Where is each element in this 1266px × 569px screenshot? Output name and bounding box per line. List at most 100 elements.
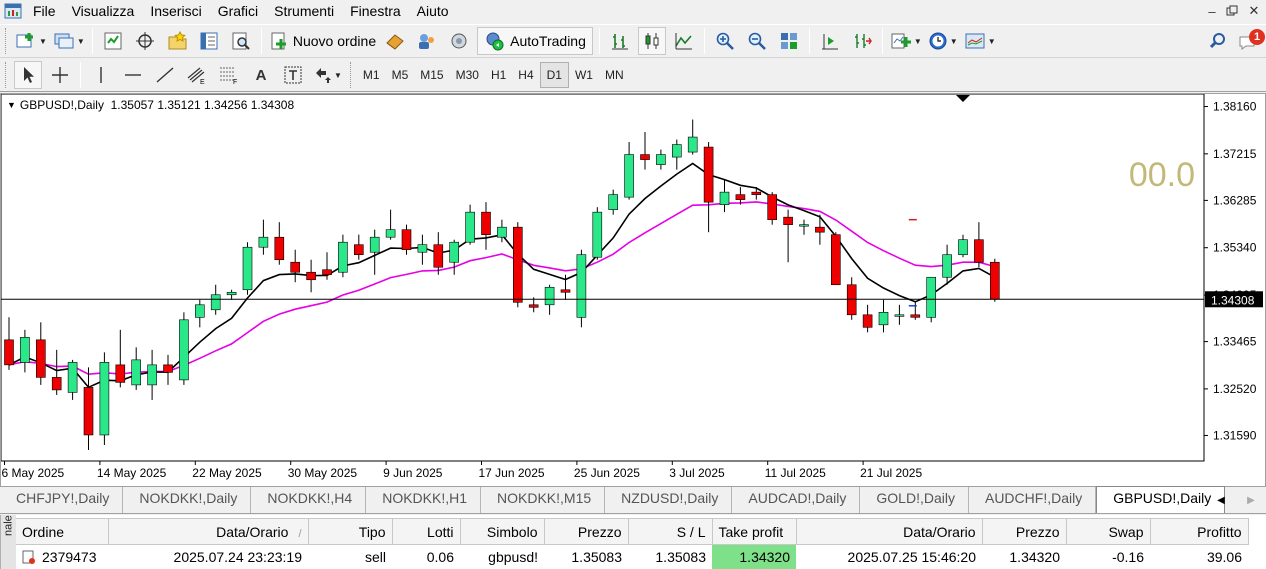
- trendline-button[interactable]: [151, 61, 179, 89]
- indicators-button[interactable]: ▼: [889, 27, 923, 55]
- templates-button[interactable]: ▼: [963, 27, 997, 55]
- horizontal-line-button[interactable]: [119, 61, 147, 89]
- column-header[interactable]: Take profit: [712, 518, 797, 545]
- app-icon[interactable]: [4, 2, 22, 20]
- bar-chart-icon: [611, 34, 628, 50]
- standard-toolbar: ▼ ▼ Nuovo ordine AutoTrading ▼ ▼ ▼ 1: [0, 24, 1266, 58]
- timeframe-h4[interactable]: H4: [512, 62, 539, 88]
- channel-button[interactable]: E: [183, 61, 211, 89]
- close-icon[interactable]: ✕: [1242, 0, 1266, 22]
- text-tool-button[interactable]: A: [247, 61, 275, 89]
- column-header[interactable]: Prezzo: [544, 518, 629, 545]
- column-header[interactable]: Prezzo: [982, 518, 1067, 545]
- signals-button[interactable]: [413, 27, 441, 55]
- vertical-line-button[interactable]: [87, 61, 115, 89]
- timeframe-m5[interactable]: M5: [386, 62, 415, 88]
- terminal-side-label[interactable]: nale: [0, 515, 16, 569]
- menu-charts[interactable]: Grafici: [213, 0, 269, 22]
- new-order-icon: [271, 32, 286, 50]
- arrows-button[interactable]: ▼: [311, 61, 343, 89]
- autoscroll-button[interactable]: [848, 27, 876, 55]
- tab-nzdusd-daily[interactable]: NZDUSD!,Daily: [605, 487, 733, 513]
- timeframe-w1[interactable]: W1: [569, 62, 599, 88]
- tile-windows-button[interactable]: [775, 27, 803, 55]
- table-row[interactable]: 2379473 2025.07.24 23:23:19 sell 0.06 gbpusd…: [16, 544, 1248, 569]
- chart-shift-button[interactable]: [816, 27, 844, 55]
- toolbar-grip[interactable]: [5, 62, 9, 88]
- menu-file[interactable]: File: [28, 0, 67, 22]
- timeframe-mn[interactable]: MN: [599, 62, 630, 88]
- menu-help[interactable]: Aiuto: [412, 0, 460, 22]
- column-header[interactable]: Simbolo: [460, 518, 545, 545]
- column-header[interactable]: Data/Orario: [796, 518, 983, 545]
- market-watch-button[interactable]: [99, 27, 127, 55]
- tab-nokdkk-m15[interactable]: NOKDKK!,M15: [481, 487, 606, 513]
- column-header[interactable]: Data/Orario /: [108, 518, 309, 545]
- tab-chfjpy-daily[interactable]: CHFJPY!,Daily: [0, 487, 124, 513]
- navigator-button[interactable]: [163, 27, 191, 55]
- tab-nokdkk-h4[interactable]: NOKDKK!,H4: [251, 487, 367, 513]
- candlestick-button[interactable]: [637, 27, 666, 55]
- menu-window[interactable]: Finestra: [345, 0, 412, 22]
- menu-view[interactable]: Visualizza: [67, 0, 146, 22]
- menu-insert[interactable]: Inserisci: [145, 0, 212, 22]
- terminal-button[interactable]: [195, 27, 223, 55]
- text-label-button[interactable]: [279, 61, 307, 89]
- notification-badge: 1: [1249, 29, 1265, 45]
- timeframe-h1[interactable]: H1: [485, 62, 512, 88]
- bar-chart-button[interactable]: [606, 27, 634, 55]
- candle-body: [544, 286, 555, 306]
- tab-audcad-daily[interactable]: AUDCAD!,Daily: [732, 487, 861, 513]
- column-header[interactable]: Profitto: [1150, 518, 1249, 545]
- tab-nokdkk-daily[interactable]: NOKDKK!,Daily: [123, 487, 252, 513]
- candle-body: [656, 154, 666, 165]
- strategy-tester-button[interactable]: [227, 27, 255, 55]
- restore-icon[interactable]: [1220, 0, 1244, 22]
- price-chart[interactable]: 1.381601.372151.362851.353401.343951.334…: [1, 94, 1265, 486]
- new-order-button[interactable]: Nuovo ordine: [268, 27, 377, 55]
- zoom-in-button[interactable]: [711, 27, 739, 55]
- chart-window[interactable]: 1.381601.372151.362851.353401.343951.334…: [0, 93, 1266, 487]
- periods-button[interactable]: ▼: [927, 27, 959, 55]
- line-chart-button[interactable]: [670, 27, 698, 55]
- column-header[interactable]: Ordine: [16, 518, 109, 545]
- crosshair-tool-button[interactable]: [46, 61, 74, 89]
- new-chart-button[interactable]: ▼: [14, 27, 48, 55]
- zoom-out-button[interactable]: [743, 27, 771, 55]
- tab-nokdkk-h1[interactable]: NOKDKK!,H1: [366, 487, 482, 513]
- timeframe-m15[interactable]: M15: [414, 62, 449, 88]
- cell-value: 0.06: [426, 548, 454, 565]
- column-header[interactable]: Lotti: [392, 518, 461, 545]
- notifications-button[interactable]: 1: [1236, 27, 1266, 55]
- market-button[interactable]: [445, 27, 473, 55]
- candle-body: [385, 229, 396, 238]
- data-window-button[interactable]: [131, 27, 159, 55]
- autotrading-button[interactable]: AutoTrading: [477, 27, 593, 55]
- zoom-out-icon: [748, 32, 766, 50]
- toolbar-separator: [91, 28, 93, 54]
- metaeditor-button[interactable]: [381, 27, 409, 55]
- candle-body: [20, 337, 30, 363]
- candle-body: [799, 224, 809, 227]
- column-header[interactable]: Tipo: [308, 518, 393, 545]
- toolbar-grip[interactable]: [349, 62, 354, 88]
- sort-indicator: /: [298, 527, 302, 540]
- column-header-label: Prezzo: [577, 523, 622, 540]
- timeframe-m1[interactable]: M1: [357, 62, 386, 88]
- timeframe-m30[interactable]: M30: [450, 62, 485, 88]
- fibonacci-button[interactable]: F: [215, 61, 243, 89]
- timeframe-d1[interactable]: D1: [539, 62, 569, 88]
- tab-audchf-daily[interactable]: AUDCHF!,Daily: [969, 487, 1097, 513]
- toolbar-grip[interactable]: [5, 28, 9, 54]
- menu-tools[interactable]: Strumenti: [269, 0, 345, 22]
- tab-gold-daily[interactable]: GOLD!,Daily: [860, 487, 969, 513]
- candle-body: [894, 314, 905, 317]
- search-button[interactable]: [1204, 27, 1232, 55]
- profiles-icon: [54, 33, 74, 49]
- tab-scroll-left-icon[interactable]: ◀: [1217, 495, 1225, 506]
- column-header[interactable]: S / L: [628, 518, 713, 545]
- column-header[interactable]: Swap: [1066, 518, 1151, 545]
- profiles-button[interactable]: ▼: [52, 27, 86, 55]
- tab-scroll-right-icon[interactable]: ▶: [1247, 495, 1255, 506]
- cursor-tool-button[interactable]: [14, 61, 42, 89]
